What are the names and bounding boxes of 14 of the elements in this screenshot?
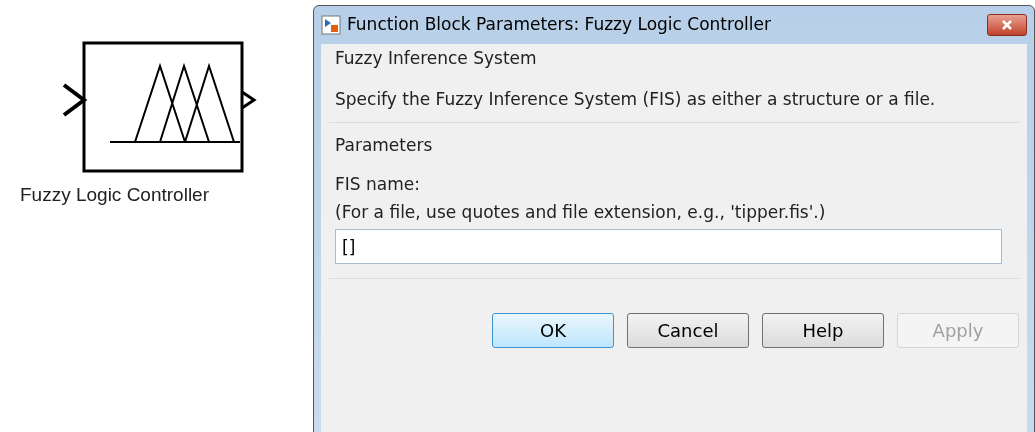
dialog-button[interactable]: Cancel (627, 313, 749, 348)
field-hint: (For a file, use quotes and file extension, e.g., 'tipper.fis'.) (335, 200, 827, 224)
block-label: Fuzzy Logic Controller (20, 183, 211, 207)
close-button[interactable] (987, 14, 1027, 36)
fis-name-field[interactable]: [] (335, 229, 1002, 264)
dialog-button[interactable]: OK (492, 313, 614, 348)
dialog-button[interactable]: Help (762, 313, 884, 348)
section-title: Parameters (335, 133, 434, 157)
section-description: Specify the Fuzzy Inference System (FIS) as either a structure or a file. (334, 87, 937, 111)
section-title: Fuzzy Inference System (334, 47, 538, 70)
field-label: FIS name: (335, 173, 421, 196)
close-icon (1001, 19, 1013, 31)
window-title: Function Block Parameters: Fuzzy Logic Controller (347, 13, 772, 37)
app-icon (321, 15, 341, 35)
